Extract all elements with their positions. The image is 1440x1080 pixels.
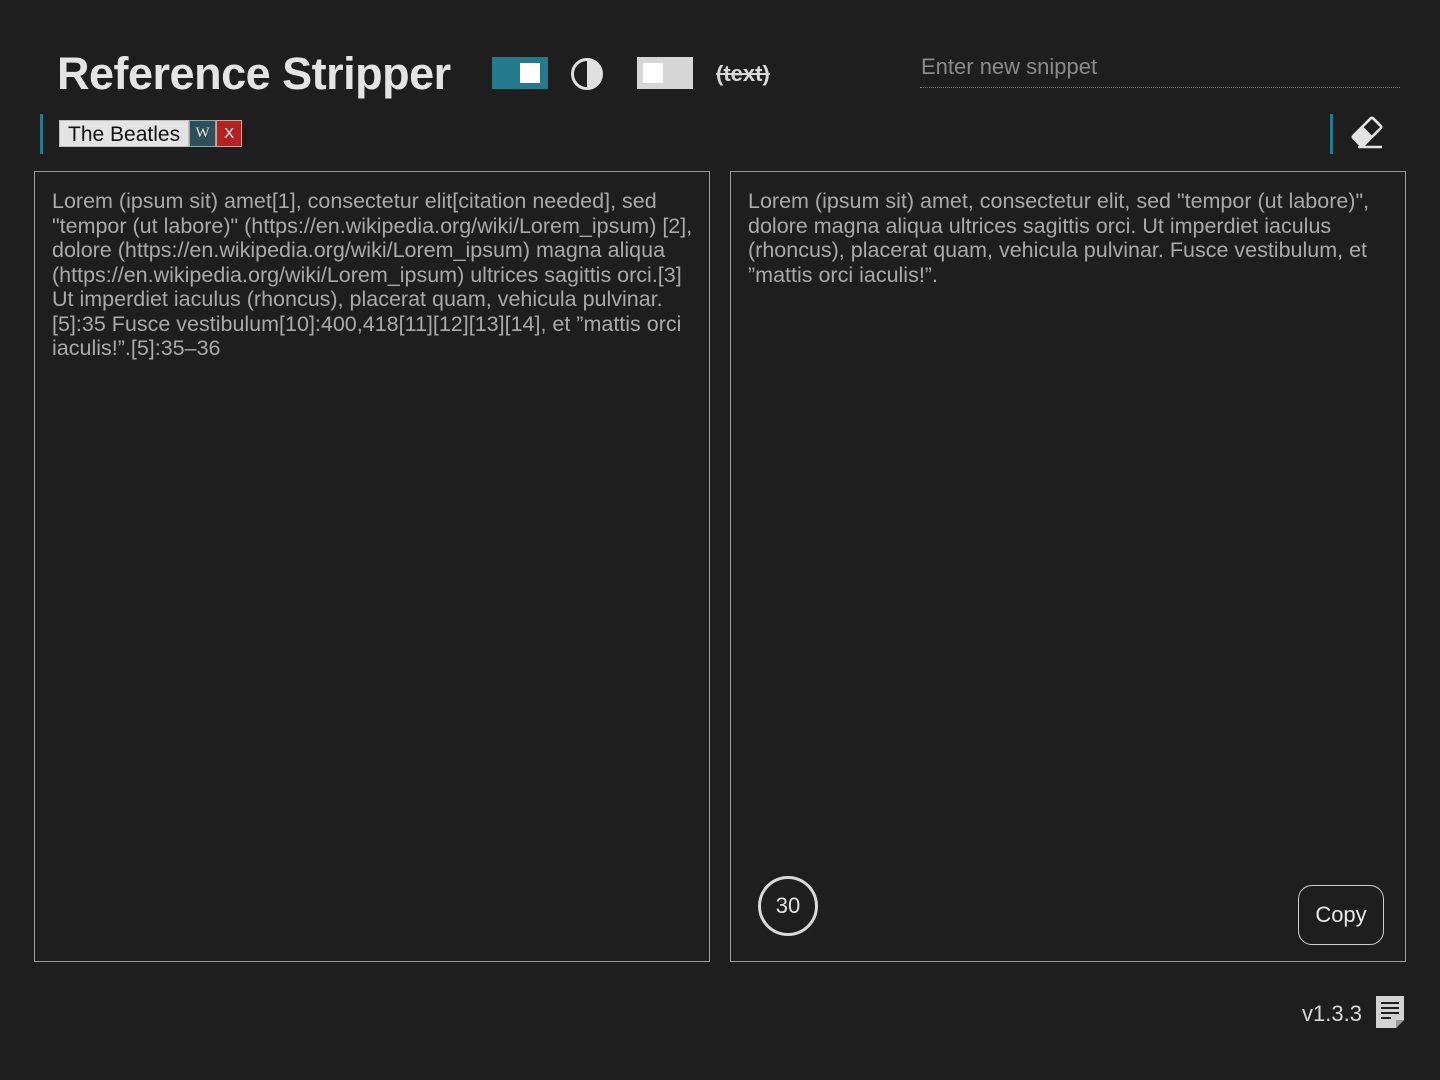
strike-text-button[interactable]: (text)	[716, 58, 770, 90]
contrast-icon[interactable]	[570, 57, 604, 91]
output-panel[interactable]: Lorem (ipsum sit) amet, consectetur elit…	[730, 171, 1406, 962]
toggle-knob	[520, 63, 540, 83]
toggle-knob	[643, 63, 663, 83]
tag-chip: The Beatles W X	[59, 120, 243, 147]
tag-bar-divider	[40, 114, 43, 154]
snippet-input[interactable]	[920, 50, 1400, 88]
eraser-divider	[1330, 114, 1333, 154]
input-panel[interactable]: Lorem (ipsum sit) amet[1], consectetur e…	[34, 171, 710, 962]
remove-tag-button[interactable]: X	[216, 120, 243, 147]
app-title: Reference Stripper	[57, 48, 451, 99]
separator-toggle[interactable]	[492, 57, 548, 89]
app-window: Reference Stripper (text) The Beatles W …	[0, 0, 1440, 1080]
version-label: v1.3.3	[1302, 1001, 1362, 1026]
output-text: Lorem (ipsum sit) amet, consectetur elit…	[748, 189, 1376, 287]
input-text[interactable]: Lorem (ipsum sit) amet[1], consectetur e…	[52, 189, 693, 361]
wikipedia-button[interactable]: W	[189, 120, 217, 147]
eraser-icon[interactable]	[1348, 114, 1386, 150]
copy-button[interactable]: Copy	[1298, 885, 1384, 945]
tag-label[interactable]: The Beatles	[59, 120, 190, 147]
parentheses-toggle[interactable]	[637, 57, 693, 89]
reference-counter: 30	[758, 876, 818, 936]
notes-icon[interactable]	[1375, 995, 1405, 1029]
